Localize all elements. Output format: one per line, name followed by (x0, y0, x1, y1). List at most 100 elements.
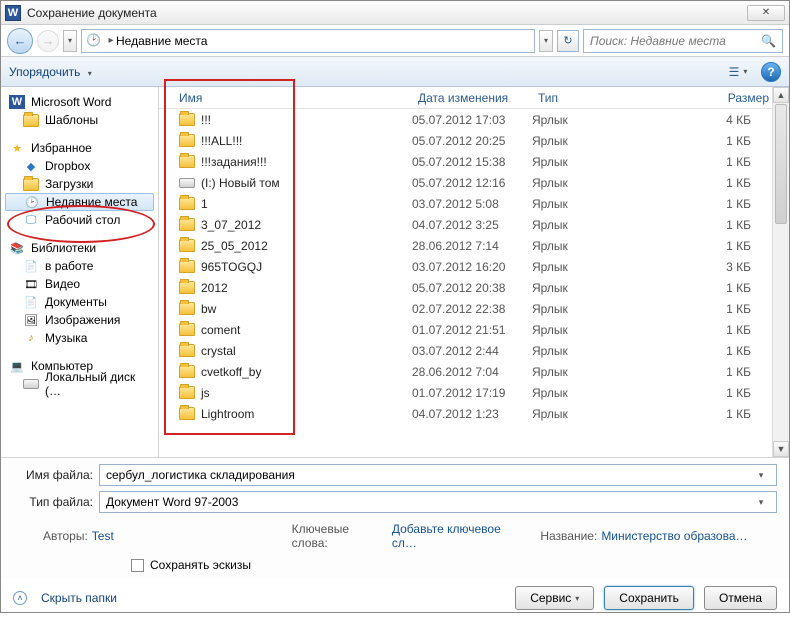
scrollbar[interactable]: ▲ ▼ (772, 87, 789, 457)
file-type: Ярлык (532, 344, 644, 358)
authors-value[interactable]: Test (92, 529, 114, 543)
file-size: 1 КБ (644, 197, 771, 211)
search-input[interactable]: Поиск: Недавние места 🔍 (583, 29, 783, 53)
sidebar-item-desktop[interactable]: 🖵Рабочий стол (5, 211, 154, 229)
keywords-value[interactable]: Добавьте ключевое сл… (392, 522, 528, 550)
file-size: 4 КБ (644, 113, 771, 127)
back-button[interactable]: ← (7, 28, 33, 54)
word-icon: W (5, 5, 21, 21)
folder-icon (179, 134, 195, 147)
filename-input[interactable]: сербул_логистика складирования▾ (99, 464, 777, 486)
scroll-thumb[interactable] (775, 104, 787, 224)
forward-button[interactable]: → (37, 30, 59, 52)
file-date: 01.07.2012 17:19 (412, 386, 532, 400)
sidebar-item-pictures[interactable]: 🖼Изображения (5, 311, 154, 329)
column-headers[interactable]: Имя Дата изменения Тип Размер (159, 87, 789, 109)
table-row[interactable]: js 01.07.2012 17:19Ярлык1 КБ (159, 382, 771, 403)
table-row[interactable]: !!!задания!!!05.07.2012 15:38Ярлык1 КБ (159, 151, 771, 172)
sidebar-item-video[interactable]: 🎞Видео (5, 275, 154, 293)
table-row[interactable]: crystal03.07.2012 2:44Ярлык1 КБ (159, 340, 771, 361)
table-row[interactable]: 201205.07.2012 20:38Ярлык1 КБ (159, 277, 771, 298)
sidebar-item-word[interactable]: WMicrosoft Word (5, 93, 154, 111)
file-size: 1 КБ (644, 323, 771, 337)
dropbox-icon: ◆ (23, 159, 39, 173)
folder-icon (179, 365, 195, 378)
breadcrumb-current: Недавние места (116, 34, 207, 48)
file-type: Ярлык (532, 239, 644, 253)
file-size: 1 КБ (644, 218, 771, 232)
title-meta-value[interactable]: Министерство образова… (601, 529, 747, 543)
cancel-button[interactable]: Отмена (704, 586, 777, 610)
refresh-button[interactable]: ↻ (557, 30, 579, 52)
dialog-title: Сохранение документа (27, 6, 157, 20)
file-name: 25_05_2012 (201, 239, 268, 253)
organize-button[interactable]: Упорядочить ▾ (9, 65, 92, 79)
sidebar-item-recent[interactable]: 🕑Недавние места (5, 193, 154, 211)
file-name: 1 (201, 197, 208, 211)
table-row[interactable]: 3_07_201204.07.2012 3:25Ярлык1 КБ (159, 214, 771, 235)
document-icon: 📄 (23, 259, 39, 273)
sidebar-item-music[interactable]: ♪Музыка (5, 329, 154, 347)
history-dropdown[interactable]: ▾ (63, 30, 77, 52)
table-row[interactable]: coment01.07.2012 21:51Ярлык1 КБ (159, 319, 771, 340)
sidebar-item-favorites[interactable]: ★Избранное (5, 139, 154, 157)
table-row[interactable]: 965TOGQJ03.07.2012 16:20Ярлык3 КБ (159, 256, 771, 277)
scroll-up-button[interactable]: ▲ (773, 87, 789, 103)
save-thumbnails-label: Сохранять эскизы (150, 558, 251, 572)
folder-icon (179, 281, 195, 294)
file-date: 04.07.2012 3:25 (412, 218, 532, 232)
file-name: bw (201, 302, 216, 316)
save-thumbnails-checkbox[interactable] (131, 559, 144, 572)
file-type: Ярлык (532, 323, 644, 337)
file-type: Ярлык (532, 113, 644, 127)
view-options-button[interactable]: ☰▾ (725, 61, 751, 83)
file-size: 1 КБ (644, 155, 771, 169)
table-row[interactable]: 25_05_201228.06.2012 7:14Ярлык1 КБ (159, 235, 771, 256)
file-type: Ярлык (532, 386, 644, 400)
file-type: Ярлык (532, 281, 644, 295)
drive-icon (23, 379, 39, 389)
header-size: Размер (644, 91, 789, 105)
help-button[interactable]: ? (761, 62, 781, 82)
table-row[interactable]: !!!ALL!!!05.07.2012 20:25Ярлык1 КБ (159, 130, 771, 151)
table-row[interactable]: !!!05.07.2012 17:03Ярлык4 КБ (159, 109, 771, 130)
sidebar-item-documents[interactable]: 📄Документы (5, 293, 154, 311)
table-row[interactable]: (I:) Новый том05.07.2012 12:16Ярлык1 КБ (159, 172, 771, 193)
sidebar-item-inwork[interactable]: 📄в работе (5, 257, 154, 275)
file-type: Ярлык (532, 134, 644, 148)
close-button[interactable]: ✕ (747, 5, 785, 21)
file-name: js (201, 386, 210, 400)
sidebar-item-libraries[interactable]: 📚Библиотеки (5, 239, 154, 257)
table-row[interactable]: cvetkoff_by28.06.2012 7:04Ярлык1 КБ (159, 361, 771, 382)
sidebar-item-localdisk[interactable]: Локальный диск (… (5, 375, 154, 393)
filetype-select[interactable]: Документ Word 97-2003▾ (99, 491, 777, 513)
document-icon: 📄 (23, 295, 39, 309)
breadcrumb-dropdown[interactable]: ▾ (539, 30, 553, 52)
file-date: 05.07.2012 20:38 (412, 281, 532, 295)
breadcrumb[interactable]: 🕑 ▸ Недавние места (81, 29, 535, 53)
drive-icon (179, 178, 195, 188)
file-size: 1 КБ (644, 407, 771, 421)
file-name: !!!ALL!!! (201, 134, 242, 148)
file-size: 1 КБ (644, 302, 771, 316)
scroll-down-button[interactable]: ▼ (773, 441, 789, 457)
file-size: 1 КБ (644, 176, 771, 190)
save-button[interactable]: Сохранить (604, 586, 694, 610)
sidebar-item-downloads[interactable]: Загрузки (5, 175, 154, 193)
file-date: 28.06.2012 7:14 (412, 239, 532, 253)
file-name: 2012 (201, 281, 228, 295)
folder-icon (179, 218, 195, 231)
file-name: Lightroom (201, 407, 254, 421)
hide-folders-button[interactable]: Скрыть папки (41, 591, 117, 605)
file-size: 1 КБ (644, 386, 771, 400)
sidebar-item-dropbox[interactable]: ◆Dropbox (5, 157, 154, 175)
table-row[interactable]: bw02.07.2012 22:38Ярлык1 КБ (159, 298, 771, 319)
sidebar-item-templates[interactable]: Шаблоны (5, 111, 154, 129)
file-type: Ярлык (532, 176, 644, 190)
table-row[interactable]: Lightroom04.07.2012 1:23Ярлык1 КБ (159, 403, 771, 424)
file-date: 01.07.2012 21:51 (412, 323, 532, 337)
file-type: Ярлык (532, 407, 644, 421)
file-date: 03.07.2012 5:08 (412, 197, 532, 211)
tools-button[interactable]: Сервис▾ (515, 586, 594, 610)
table-row[interactable]: 103.07.2012 5:08Ярлык1 КБ (159, 193, 771, 214)
